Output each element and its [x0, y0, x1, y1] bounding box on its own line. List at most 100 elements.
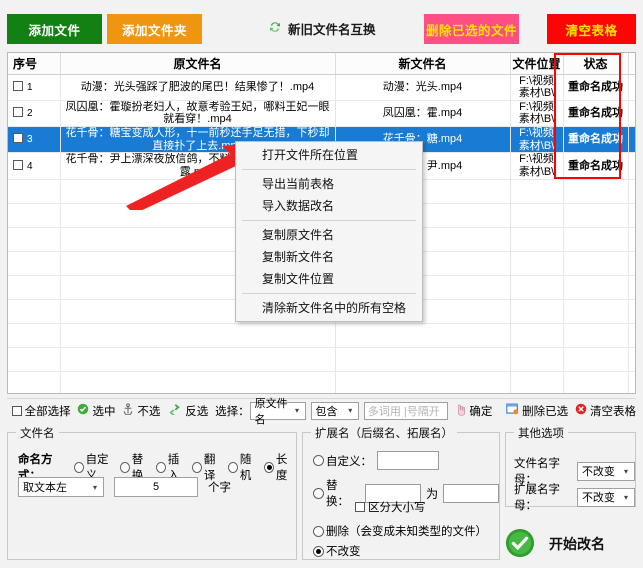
- row-index-cell[interactable]: 4: [8, 152, 61, 180]
- row-checkbox[interactable]: [13, 133, 23, 144]
- filename-case-dropdown[interactable]: 不改变 ▾: [576, 461, 635, 481]
- table-row-empty[interactable]: [8, 347, 635, 372]
- ext-delete-row: 删除（会变成未知类型的文件）: [313, 523, 487, 539]
- ext-case-dropdown-row: 扩展名字母： 不改变 ▾: [514, 481, 635, 513]
- check-selected-button[interactable]: 选中: [77, 403, 115, 419]
- naming-mode-radio[interactable]: 随机: [227, 451, 260, 483]
- delete-selected-files-button[interactable]: 删除已选的文件: [424, 14, 519, 44]
- length-unit-label: 个字: [208, 482, 231, 494]
- row-new-name: 凤囚凰：霍.mp4: [335, 100, 511, 128]
- select-all-checkbox[interactable]: 全部选择: [11, 403, 71, 419]
- empty-cell: [510, 251, 564, 276]
- length-input[interactable]: 5: [114, 477, 198, 497]
- ext-delete-radio[interactable]: 删除（会变成未知类型的文件）: [313, 523, 487, 539]
- delete-window-icon: [506, 403, 519, 418]
- row-index-cell[interactable]: 2: [8, 100, 61, 128]
- invert-selection-button[interactable]: 反选: [167, 403, 208, 419]
- row-number: 1: [27, 81, 33, 93]
- row-index-cell[interactable]: 3: [8, 126, 61, 154]
- uncheck-selected-label: 不选: [137, 405, 161, 418]
- empty-cell: [8, 179, 61, 204]
- context-menu-item[interactable]: 导出当前表格: [236, 173, 422, 195]
- empty-cell: [563, 251, 629, 276]
- ext-custom-input[interactable]: [377, 451, 439, 470]
- row-old-name: 凤囚凰：霍璇扮老妇人，故意考验王妃，哪料王妃一眼就看穿！.mp4: [60, 100, 336, 128]
- uncheck-selected-button[interactable]: 不选: [122, 403, 160, 419]
- header-old-name: 原文件名: [60, 53, 336, 75]
- confirm-button[interactable]: 确定: [454, 403, 492, 419]
- ext-case-value: 不改变: [581, 492, 615, 504]
- context-menu-separator: [242, 169, 416, 170]
- row-checkbox[interactable]: [13, 80, 23, 91]
- context-menu-item[interactable]: 复制原文件名: [236, 224, 422, 246]
- table-row[interactable]: 1 动漫：光头强踩了肥波的尾巴！结果惨了！.mp4 动漫：光头.mp4 F:\视频 素材…: [8, 74, 635, 101]
- context-menu[interactable]: 打开文件所在位置 导出当前表格 导入数据改名 复制原文件名 复制新文件名 复制文件位置 清除…: [235, 141, 423, 322]
- empty-cell: [60, 323, 336, 348]
- renamer-window: 添加文件 添加文件夹 新旧文件名互换 删除已选的文件 清空表格 序号 原文件名 …: [0, 0, 643, 568]
- radio-icon: [155, 461, 166, 473]
- ext-case-dropdown[interactable]: 不改变 ▾: [576, 487, 635, 507]
- context-menu-separator: [242, 220, 416, 221]
- case-sensitive-checkbox[interactable]: 区分大小写: [355, 499, 426, 515]
- radio-icon: [313, 525, 324, 537]
- row-number: 4: [27, 160, 33, 172]
- empty-cell: [60, 347, 336, 372]
- header-location: 文件位置: [510, 53, 564, 75]
- ext-replace-radio[interactable]: 替换：: [313, 477, 360, 509]
- radio-icon: [263, 461, 274, 473]
- select-condition-label: 选择：: [215, 405, 250, 418]
- ext-nochange-radio[interactable]: 不改变: [313, 543, 361, 559]
- anchor-icon: [122, 403, 134, 418]
- row-checkbox[interactable]: [13, 159, 23, 170]
- empty-cell: [628, 227, 635, 252]
- hand-pointer-icon: [454, 403, 466, 419]
- empty-cell: [563, 275, 629, 300]
- ext-custom-label: 自定义：: [326, 455, 372, 468]
- empty-cell: [628, 299, 635, 324]
- row-pad: [628, 74, 635, 101]
- chevron-down-icon: ▾: [623, 492, 628, 502]
- close-circle-icon: [575, 403, 587, 418]
- extension-panel-caption: 扩展名（后缀名、拓展名）: [311, 425, 457, 441]
- context-menu-item[interactable]: 打开文件所在位置: [236, 144, 422, 166]
- empty-cell: [510, 227, 564, 252]
- empty-cell: [628, 275, 635, 300]
- table-row[interactable]: 2 凤囚凰：霍璇扮老妇人，故意考验王妃，哪料王妃一眼就看穿！.mp4 凤囚凰：霍.m…: [8, 100, 635, 128]
- add-folder-button[interactable]: 添加文件夹: [107, 14, 202, 44]
- start-rename-button[interactable]: 开始改名: [505, 525, 636, 563]
- empty-cell: [335, 371, 511, 393]
- table-row-empty[interactable]: [8, 371, 635, 393]
- delete-selected-button[interactable]: 删除已选: [506, 403, 568, 419]
- extension-panel: 扩展名（后缀名、拓展名） 自定义： 替换： 为 区分大小写 删除（会变成未知类型…: [302, 425, 500, 560]
- row-status: 重命名成功: [563, 100, 629, 128]
- ext-case-row: 区分大小写: [355, 499, 426, 515]
- case-sensitive-label: 区分大小写: [368, 502, 426, 514]
- empty-cell: [8, 371, 61, 393]
- context-menu-item[interactable]: 复制文件位置: [236, 268, 422, 290]
- keyword-input[interactable]: 多词用 |号隔开: [363, 401, 448, 420]
- select-match-dropdown[interactable]: 包含 ▾: [310, 401, 360, 420]
- clear-table-small-button[interactable]: 清空表格: [575, 403, 636, 419]
- row-index-cell[interactable]: 1: [8, 74, 61, 101]
- radio-icon: [313, 545, 324, 557]
- table-header-row: 序号 原文件名 新文件名 文件位置 状态: [8, 53, 635, 75]
- naming-mode-radio[interactable]: 长度: [263, 451, 296, 483]
- empty-cell: [8, 251, 61, 276]
- ext-replace-to-input[interactable]: [443, 483, 500, 503]
- ext-delete-label: 删除（会变成未知类型的文件）: [326, 526, 487, 538]
- table-row-empty[interactable]: [8, 323, 635, 348]
- context-menu-item[interactable]: 导入数据改名: [236, 195, 422, 217]
- context-menu-item[interactable]: 清除新文件名中的所有空格: [236, 297, 422, 319]
- take-direction-dropdown[interactable]: 取文本左 ▾: [18, 477, 104, 497]
- ext-custom-radio[interactable]: 自定义：: [313, 453, 372, 469]
- add-file-button[interactable]: 添加文件: [7, 14, 102, 44]
- row-status: 重命名成功: [563, 126, 629, 154]
- clear-table-button[interactable]: 清空表格: [547, 14, 636, 44]
- invert-arrows-icon: [167, 403, 182, 418]
- swap-names-button[interactable]: 新旧文件名互换: [268, 18, 376, 38]
- row-checkbox[interactable]: [13, 107, 23, 118]
- radio-icon: [119, 461, 130, 473]
- context-menu-item[interactable]: 复制新文件名: [236, 246, 422, 268]
- select-field-dropdown[interactable]: 原文件名 ▾: [249, 398, 306, 426]
- header-index: 序号: [8, 53, 61, 75]
